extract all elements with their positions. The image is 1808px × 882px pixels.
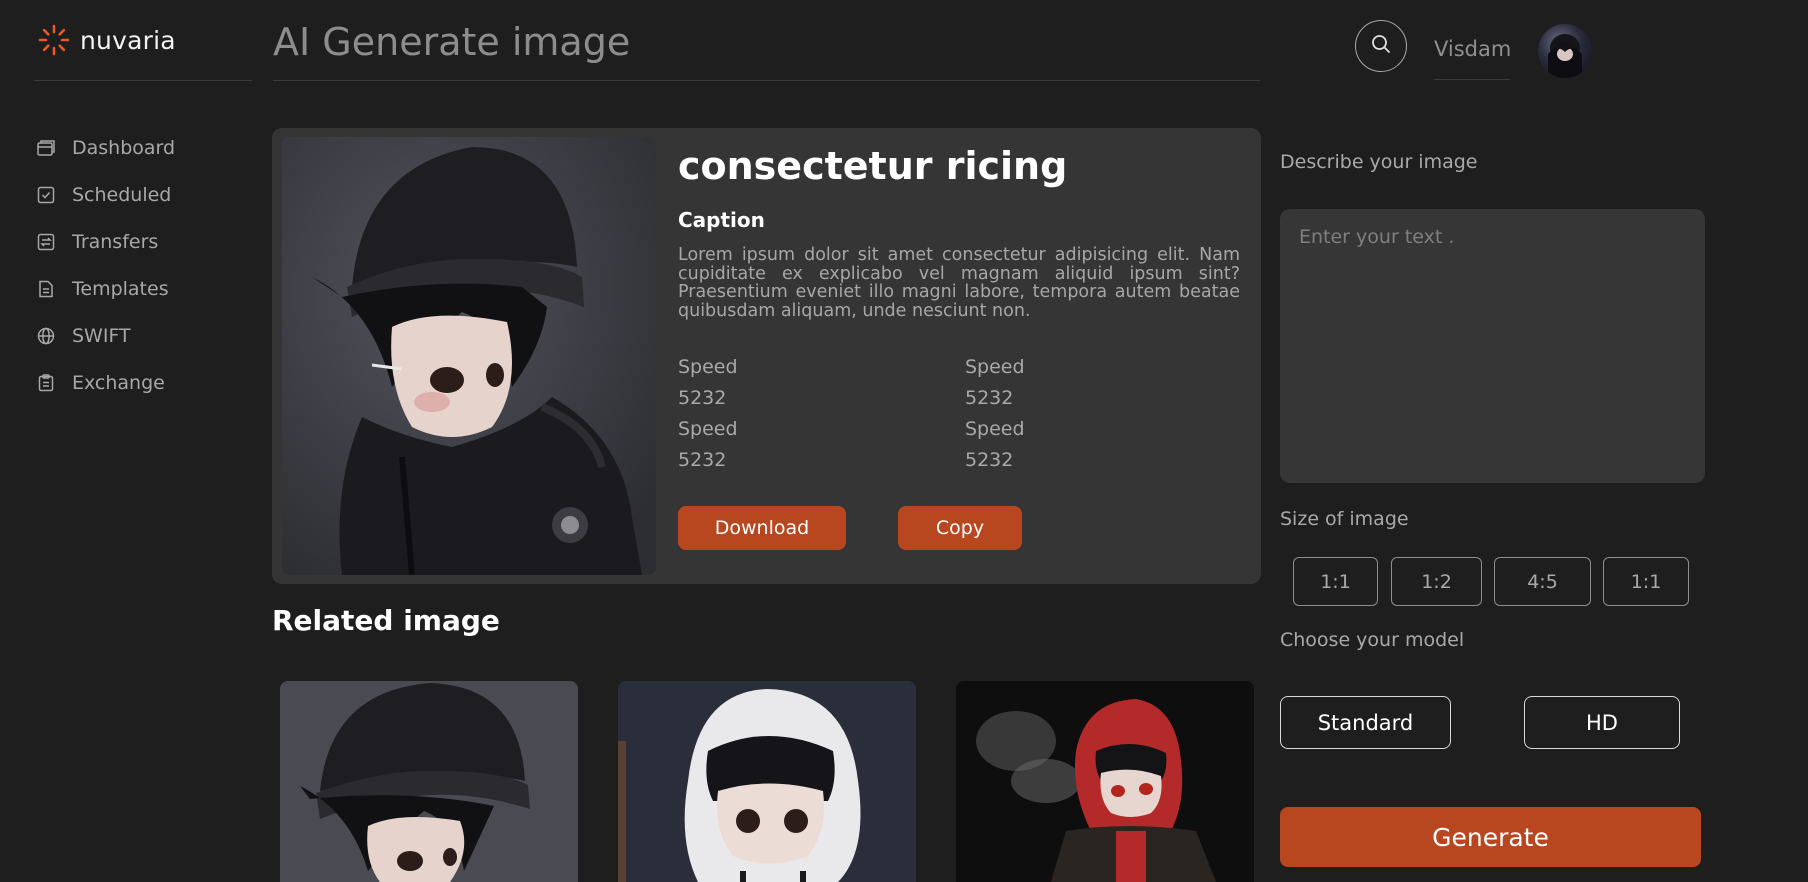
generated-image [282, 137, 656, 575]
username-underline [1434, 79, 1510, 80]
size-option-1-1-alt[interactable]: 1:1 [1603, 557, 1689, 606]
username[interactable]: Visdam [1434, 37, 1511, 61]
stat-label: Speed [678, 356, 738, 378]
sunburst-logo-icon [38, 24, 70, 56]
sidebar-item-label: Exchange [72, 371, 165, 394]
transfer-icon [36, 232, 56, 252]
brand-logo[interactable]: nuvaria [38, 24, 176, 56]
sidebar-item-exchange[interactable]: Exchange [36, 359, 175, 406]
sidebar-item-label: SWIFT [72, 324, 131, 347]
stat-value: 5232 [965, 387, 1014, 409]
sidebar-nav: Dashboard Scheduled Transfers Templates … [36, 124, 175, 406]
stat-label: Speed [965, 418, 1025, 440]
model-label: Choose your model [1280, 629, 1465, 651]
sidebar-item-label: Templates [72, 277, 169, 300]
globe-icon [36, 326, 56, 346]
calendar-check-icon [36, 185, 56, 205]
model-hd-button[interactable]: HD [1524, 696, 1680, 749]
document-icon [36, 279, 56, 299]
copy-button[interactable]: Copy [898, 506, 1022, 550]
stat-label: Speed [965, 356, 1025, 378]
sidebar-item-transfers[interactable]: Transfers [36, 218, 175, 265]
dashboard-icon [36, 138, 56, 158]
caption-text: Lorem ipsum dolor sit amet consectetur a… [678, 245, 1240, 321]
describe-input[interactable] [1280, 209, 1705, 483]
search-icon [1370, 33, 1392, 59]
app-root: nuvaria Dashboard Scheduled Transfers Te… [0, 0, 1808, 882]
generate-button[interactable]: Generate [1280, 807, 1701, 867]
size-label: Size of image [1280, 508, 1409, 530]
size-option-1-1[interactable]: 1:1 [1293, 557, 1378, 606]
caption-heading: Caption [678, 208, 765, 232]
clipboard-icon [36, 373, 56, 393]
search-button[interactable] [1355, 20, 1407, 72]
stat-value: 5232 [678, 387, 727, 409]
related-heading: Related image [272, 604, 500, 637]
sidebar-item-dashboard[interactable]: Dashboard [36, 124, 175, 171]
brand-name: nuvaria [80, 25, 176, 55]
image-title: consectetur ricing [678, 144, 1068, 188]
sidebar-divider [34, 80, 252, 81]
sidebar-item-label: Dashboard [72, 136, 176, 159]
download-button[interactable]: Download [678, 506, 846, 550]
stat-value: 5232 [678, 449, 727, 471]
related-image[interactable] [956, 681, 1254, 882]
sidebar-item-swift[interactable]: SWIFT [36, 312, 175, 359]
sidebar-item-label: Scheduled [72, 183, 172, 206]
related-image[interactable] [618, 681, 916, 882]
size-option-1-2[interactable]: 1:2 [1391, 557, 1482, 606]
featured-image-card: consectetur ricing Caption Lorem ipsum d… [272, 128, 1261, 584]
related-image[interactable] [280, 681, 578, 882]
sidebar-item-templates[interactable]: Templates [36, 265, 175, 312]
describe-label: Describe your image [1280, 151, 1478, 173]
model-standard-button[interactable]: Standard [1280, 696, 1451, 749]
sidebar-item-scheduled[interactable]: Scheduled [36, 171, 175, 218]
page-title: AI Generate image [273, 20, 631, 64]
avatar[interactable] [1538, 24, 1592, 78]
header-divider [273, 80, 1260, 81]
stat-value: 5232 [965, 449, 1014, 471]
stat-label: Speed [678, 418, 738, 440]
size-option-4-5[interactable]: 4:5 [1494, 557, 1591, 606]
sidebar-item-label: Transfers [72, 230, 159, 253]
